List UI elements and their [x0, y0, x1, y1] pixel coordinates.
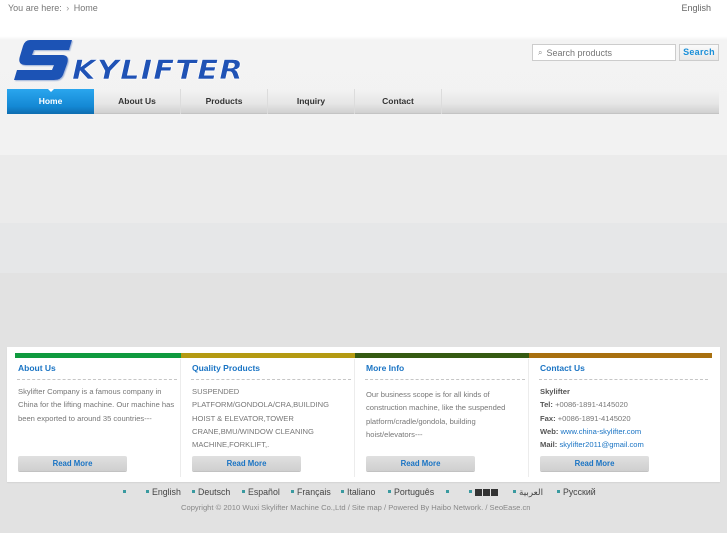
bullet-icon: [341, 490, 344, 494]
bullet-icon: [446, 490, 449, 494]
missing-glyph-icon: [491, 489, 498, 496]
sitemap-link[interactable]: Site map: [352, 503, 382, 512]
read-more-button[interactable]: Read More: [192, 456, 301, 471]
dashed-divider: [191, 379, 351, 380]
column-title[interactable]: More Info: [366, 363, 404, 373]
read-more-button[interactable]: Read More: [366, 456, 475, 471]
read-more-button[interactable]: Read More: [18, 456, 127, 471]
web-label: Web:: [540, 426, 559, 436]
fax-label: Fax:: [540, 413, 556, 423]
banner-band-lower: [0, 223, 727, 273]
language-selector[interactable]: English: [681, 3, 711, 13]
missing-glyph-icon: [483, 489, 490, 496]
main-nav: Home About Us Products Inquiry Contact: [7, 89, 719, 114]
footer-lang-russian[interactable]: Русский: [557, 487, 596, 497]
breadcrumb-current[interactable]: Home: [74, 3, 98, 13]
dashed-divider: [365, 379, 525, 380]
bullet-icon: [557, 490, 560, 494]
bullet-icon: [388, 490, 391, 494]
tel-label: Tel:: [540, 400, 553, 410]
column-text: SUSPENDED PLATFORM/GONDOLA/CRA,BUILDING …: [192, 387, 329, 450]
footer-lang-cjk[interactable]: [469, 487, 499, 497]
column-title[interactable]: About Us: [18, 363, 56, 373]
powered-by-link[interactable]: Powered By Haibo Network.: [388, 503, 483, 512]
column-color-bar: [181, 353, 355, 358]
column-quality-products: Quality Products SUSPENDED PLATFORM/GOND…: [181, 347, 355, 482]
column-title[interactable]: Quality Products: [192, 363, 260, 373]
bullet-icon: [146, 490, 149, 494]
missing-glyph-icon: [475, 489, 482, 496]
column-color-bar: [529, 353, 712, 358]
breadcrumb-separator: ›: [66, 3, 70, 13]
search-icon: ⌕: [538, 47, 543, 57]
nav-item-contact[interactable]: Contact: [355, 89, 442, 114]
bullet-icon: [192, 490, 195, 494]
search-field[interactable]: ⌕: [532, 44, 676, 61]
mail-label: Mail:: [540, 440, 558, 450]
logo-text: KYLIFTER: [72, 55, 244, 82]
info-panel: About Us Skylifter Company is a famous c…: [7, 347, 720, 482]
column-contact-us: Contact Us Skylifter Tel: +0086-1891-414…: [529, 347, 712, 482]
footer-lang-blank[interactable]: [123, 487, 129, 497]
column-more-info: More Info Our business scope is for all …: [355, 347, 529, 482]
footer-lang-italiano[interactable]: Italiano: [341, 487, 375, 497]
bullet-icon: [123, 490, 126, 494]
column-text: Our business scope is for all kinds of c…: [366, 390, 506, 439]
footer-lang-espanol[interactable]: Español: [242, 487, 280, 497]
search-input[interactable]: [546, 47, 665, 58]
column-about-us: About Us Skylifter Company is a famous c…: [7, 347, 181, 482]
search-button[interactable]: Search: [679, 44, 719, 61]
copyright: Copyright © 2010 Wuxi Skylifter Machine …: [181, 503, 531, 512]
seoease-link[interactable]: SeoEase.cn: [490, 503, 531, 512]
column-title[interactable]: Contact Us: [540, 363, 585, 373]
contact-details: Skylifter Tel: +0086-1891-4145020 Fax: +…: [540, 385, 700, 451]
nav-item-products[interactable]: Products: [181, 89, 268, 114]
skylifter-logo[interactable]: KYLIFTER: [14, 38, 246, 82]
breadcrumb: You are here: › Home: [8, 3, 98, 13]
footer-language-links: English Deutsch Español Français Italian…: [0, 487, 727, 500]
footer-lang-francais[interactable]: Français: [291, 487, 331, 497]
footer-lang-portugues[interactable]: Português: [388, 487, 434, 497]
dashed-divider: [539, 379, 708, 380]
footer-lang-english[interactable]: English: [146, 487, 181, 497]
nav-item-home[interactable]: Home: [7, 89, 94, 114]
banner-band: [0, 155, 727, 223]
read-more-button[interactable]: Read More: [540, 456, 649, 471]
footer-lang-deutsch[interactable]: Deutsch: [192, 487, 230, 497]
bullet-icon: [469, 490, 472, 494]
contact-company: Skylifter: [540, 387, 570, 396]
breadcrumb-prefix: You are here:: [8, 3, 62, 13]
dashed-divider: [17, 379, 177, 380]
column-text: Skylifter Company is a famous company in…: [18, 387, 175, 423]
bullet-icon: [291, 490, 294, 494]
web-link[interactable]: www.china-skylifter.com: [561, 427, 642, 436]
mail-link[interactable]: skylifter2011@gmail.com: [559, 440, 643, 449]
page-bottom: [0, 533, 727, 545]
footer-lang-arabic[interactable]: العربية: [513, 487, 543, 498]
nav-item-about-us[interactable]: About Us: [94, 89, 181, 114]
fax-value: +0086-1891-4145020: [557, 413, 631, 423]
bullet-icon: [242, 490, 245, 494]
nav-filler: [442, 89, 719, 113]
copyright-text: Copyright © 2010 Wuxi Skylifter Machine …: [181, 503, 346, 512]
nav-item-inquiry[interactable]: Inquiry: [268, 89, 355, 114]
column-color-bar: [355, 353, 529, 358]
footer-lang-blank-2[interactable]: [446, 487, 452, 497]
tel-value: +0086-1891-4145020: [555, 400, 628, 410]
column-color-bar: [15, 353, 181, 358]
bullet-icon: [513, 490, 516, 494]
